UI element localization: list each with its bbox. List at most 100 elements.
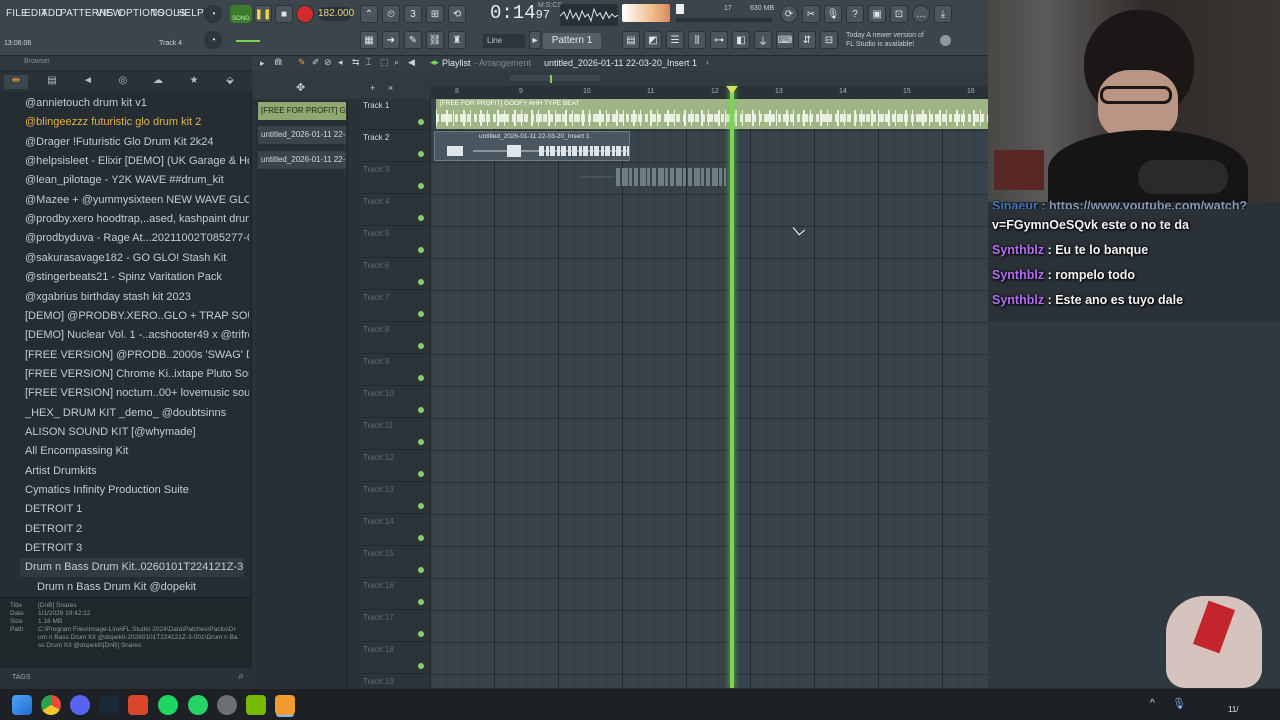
download-icon[interactable]: ⤓: [934, 5, 952, 23]
remove-track-icon[interactable]: ×: [388, 83, 393, 93]
news-panel[interactable]: Today A newer version of FL Studio is av…: [846, 31, 932, 49]
tool-select-icon[interactable]: ⬚: [380, 57, 389, 68]
master-volume-knob[interactable]: ◔: [204, 5, 222, 23]
tool-slice-icon[interactable]: ⌶: [366, 57, 371, 68]
track-header[interactable]: Track 1: [360, 98, 428, 130]
master-volume-slider[interactable]: [236, 40, 260, 42]
microphone-icon[interactable]: 🎙: [824, 5, 842, 23]
piano-roll-icon[interactable]: ▦: [360, 31, 378, 49]
track-header[interactable]: Track 10: [360, 386, 428, 418]
piano-roll-window-icon[interactable]: ◩: [644, 31, 662, 49]
arrangement-name[interactable]: untitled_2026-01-11 22-03-20_Insert 1: [544, 58, 697, 68]
track-mute-led[interactable]: [418, 215, 424, 221]
arrangement-dropdown-icon[interactable]: ›: [706, 58, 709, 67]
track-header[interactable]: Track 8: [360, 322, 428, 354]
save-icon[interactable]: ▣: [868, 5, 886, 23]
globe-icon[interactable]: [940, 35, 951, 46]
track-header[interactable]: Track 4: [360, 194, 428, 226]
track-mute-led[interactable]: [418, 567, 424, 573]
tool-pencil-icon[interactable]: ✎: [298, 57, 306, 68]
pause-button[interactable]: ❚❚: [254, 5, 272, 23]
online-icon[interactable]: ⇵: [798, 31, 816, 49]
browser-item[interactable]: @annietouch drum kit v1: [25, 94, 249, 113]
plugin-database-icon[interactable]: ◧: [732, 31, 750, 49]
track-mute-led[interactable]: [418, 599, 424, 605]
track-header[interactable]: Track 18: [360, 642, 428, 674]
browser-item[interactable]: Drum n Bass Drum Kit @dopekit: [37, 578, 261, 597]
track-header[interactable]: Track 15: [360, 546, 428, 578]
fl-studio-taskbar-icon[interactable]: [128, 695, 148, 715]
arrow-right-icon[interactable]: ➜: [382, 31, 400, 49]
tool-zoom-icon[interactable]: ⌕: [394, 57, 399, 68]
tag-tab-icon[interactable]: ⬙: [218, 75, 242, 89]
track-mute-led[interactable]: [418, 439, 424, 445]
browser-item[interactable]: @prodbyduva - Rage At...20211002T085277-…: [25, 229, 249, 248]
track-header[interactable]: Track 9: [360, 354, 428, 386]
browser-item[interactable]: @blingeezzz futuristic glo drum kit 2: [25, 113, 249, 132]
browser-item[interactable]: @lean_pilotage - Y2K WAVE ##drum_kit: [25, 171, 249, 190]
sound-tab-icon[interactable]: ◎: [111, 75, 135, 89]
magnet-icon[interactable]: ⋒: [274, 57, 282, 68]
track-mute-led[interactable]: [418, 183, 424, 189]
track-header[interactable]: Track 12: [360, 450, 428, 482]
browser-item[interactable]: @prodby.xero hoodtrap,..ased, kashpaint …: [25, 210, 249, 229]
countdown-icon[interactable]: 3: [404, 5, 422, 23]
tool-paint-icon[interactable]: ✐: [312, 57, 320, 68]
browser-item[interactable]: Artist Drumkits: [25, 462, 249, 481]
browser-item[interactable]: All Encompassing Kit: [25, 442, 249, 461]
clip-source-item[interactable]: untitled_2026-01-11 22-...: [258, 151, 346, 169]
clip-source-item[interactable]: [FREE FOR PROFIT] G...: [258, 102, 346, 120]
browser-item[interactable]: Cymatics Infinity Production Suite: [25, 481, 249, 500]
track-header[interactable]: Track 16: [360, 578, 428, 610]
track-mute-led[interactable]: [418, 471, 424, 477]
track-header[interactable]: Track 6: [360, 258, 428, 290]
cloud-tab-icon[interactable]: ☁: [146, 75, 170, 89]
move-icon[interactable]: ✥: [296, 81, 305, 94]
tool-delete-icon[interactable]: ⊘: [324, 57, 332, 68]
track-mute-led[interactable]: [418, 279, 424, 285]
add-track-icon[interactable]: +: [370, 83, 375, 93]
track-mute-led[interactable]: [418, 375, 424, 381]
plug-icon[interactable]: ⏚: [754, 31, 772, 49]
track-mute-led[interactable]: [418, 535, 424, 541]
track-mute-led[interactable]: [418, 247, 424, 253]
track-mute-led[interactable]: [418, 151, 424, 157]
touch-keyboard-icon[interactable]: ⌨: [776, 31, 794, 49]
loop-record-icon[interactable]: ⟲: [448, 5, 466, 23]
track-mute-led[interactable]: [418, 631, 424, 637]
browser-item[interactable]: [FREE VERSION] nocturn..00+ lovemusic so…: [25, 384, 249, 403]
track-header[interactable]: Track 7: [360, 290, 428, 322]
metronome-icon[interactable]: ⌃: [360, 5, 378, 23]
pencil-icon[interactable]: ✎: [404, 31, 422, 49]
steam-icon[interactable]: [99, 695, 119, 715]
tags-bar[interactable]: TAGS ⌕: [0, 668, 252, 688]
mixer-icon[interactable]: ⫼: [688, 31, 706, 49]
nvidia-icon[interactable]: [246, 695, 266, 715]
browser-item[interactable]: [FREE VERSION] @PRODB..2000s 'SWAG' Drum…: [25, 346, 249, 365]
browser-item[interactable]: [FREE VERSION] Chrome Ki..ixtape Pluto S…: [25, 365, 249, 384]
track-header[interactable]: Track 13: [360, 482, 428, 514]
browser-item[interactable]: DETROIT 2: [25, 520, 249, 539]
browser-item[interactable]: @stingerbeats21 - Spinz Varitation Pack: [25, 268, 249, 287]
track-header[interactable]: Track 11: [360, 418, 428, 450]
browser-item[interactable]: [DEMO] @PRODBY.XERO..GLO + TRAP SOUND KI…: [25, 307, 249, 326]
chat-icon[interactable]: …: [912, 5, 930, 23]
track-mute-led[interactable]: [418, 343, 424, 349]
tempo-display[interactable]: 182.000: [318, 7, 354, 21]
record-button[interactable]: [296, 5, 314, 23]
tray-icon[interactable]: ⊟: [820, 31, 838, 49]
scissors-icon[interactable]: ✂: [802, 5, 820, 23]
browser-item[interactable]: DETROIT 1: [25, 500, 249, 519]
track-mute-led[interactable]: [418, 663, 424, 669]
timeline-ruler[interactable]: 8 9 10 11 12 13 14 15 16: [430, 86, 988, 98]
track-header[interactable]: Track 3: [360, 162, 428, 194]
playlist-scrollbar[interactable]: [510, 75, 600, 81]
track-mute-led[interactable]: [418, 311, 424, 317]
mic-tray-icon[interactable]: 🎙: [1172, 697, 1186, 710]
step-edit-icon[interactable]: ⊞: [426, 5, 444, 23]
link-icon[interactable]: ⛓: [426, 31, 444, 49]
master-pitch-knob[interactable]: ◔: [204, 31, 222, 49]
tool-speaker-icon[interactable]: ◀: [408, 57, 415, 68]
playlist-window-icon[interactable]: ▤: [622, 31, 640, 49]
song-mode-toggle[interactable]: SONG: [230, 5, 252, 23]
